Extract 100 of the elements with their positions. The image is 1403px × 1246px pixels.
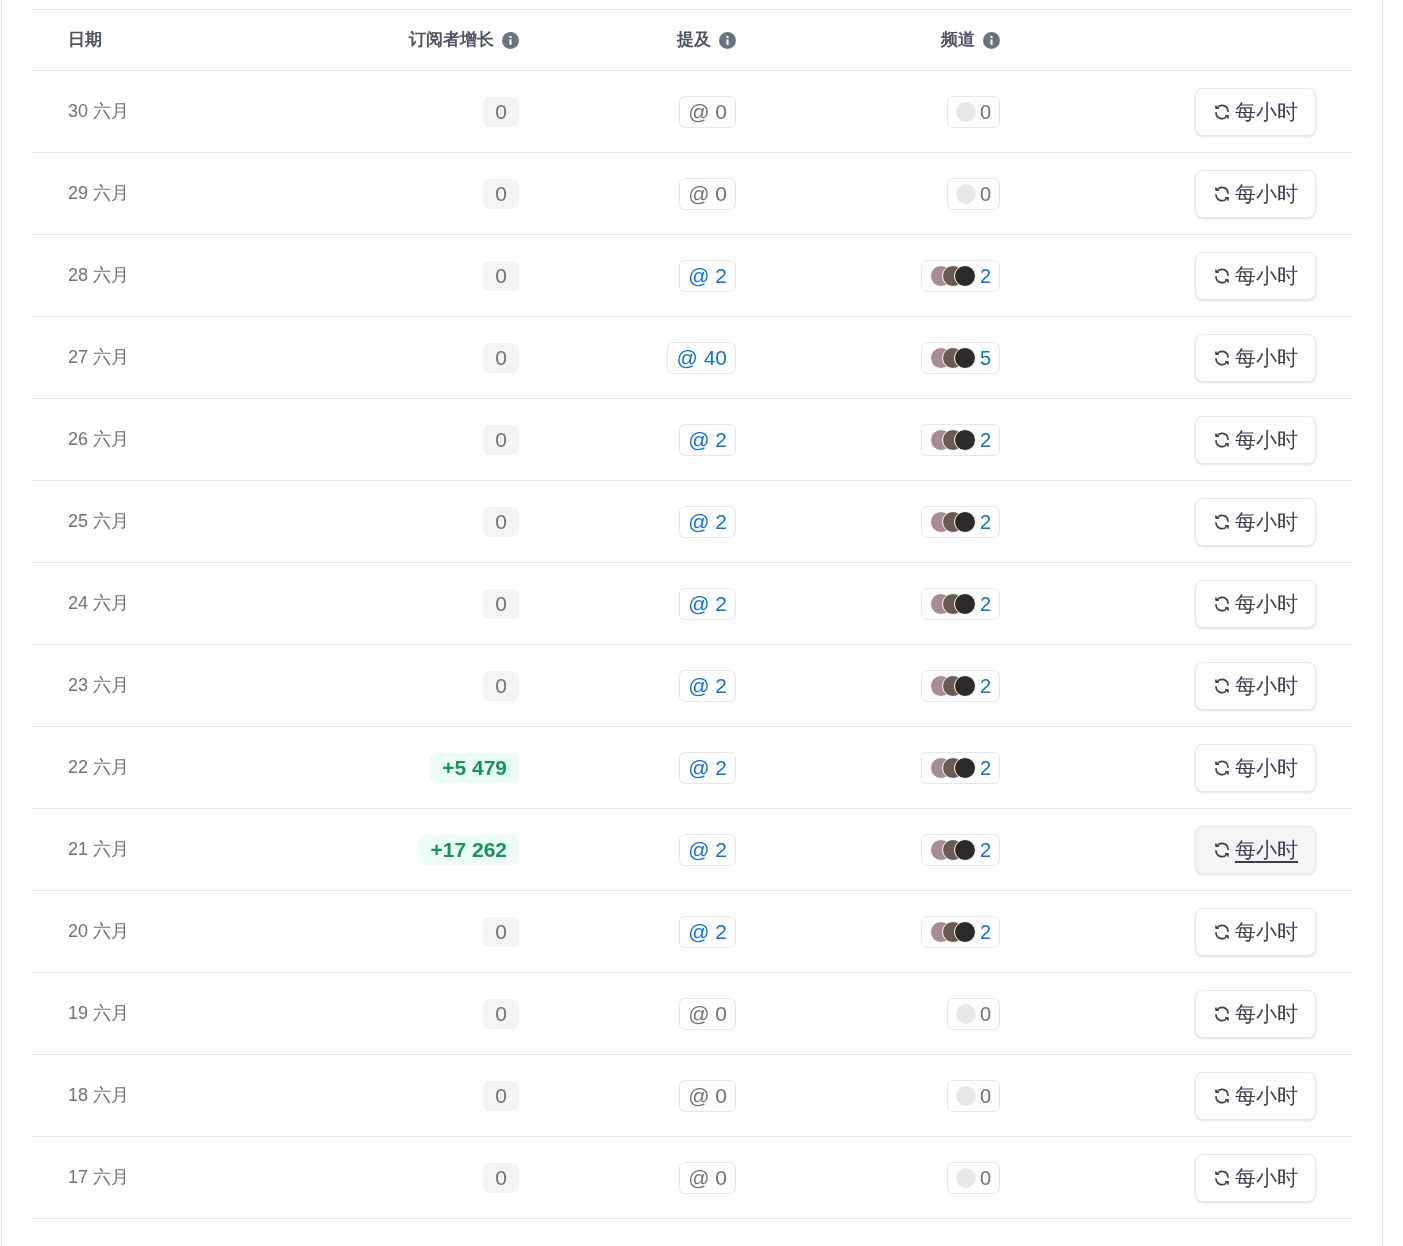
channel-count: 5 (979, 345, 991, 371)
hourly-button[interactable]: 每小时 (1195, 333, 1316, 382)
avatar-stack (929, 510, 976, 533)
growth-value: +5 479 (430, 752, 519, 783)
info-icon (502, 31, 519, 49)
hourly-button[interactable]: 每小时 (1195, 1153, 1316, 1202)
channel-count: 2 (979, 427, 991, 453)
growth-value: 0 (483, 916, 519, 947)
date-cell-text: 25 六月 (68, 510, 131, 533)
channel-count: 2 (979, 591, 991, 617)
date-cell-text: 18 六月 (68, 1084, 131, 1107)
channel-count: 0 (979, 99, 991, 125)
refresh-icon (1213, 348, 1231, 367)
mention-badge: @ 0 (679, 1079, 736, 1112)
refresh-icon (1213, 594, 1231, 613)
date-cell-text: 30 六月 (68, 100, 131, 123)
channel-count: 0 (979, 1001, 991, 1027)
refresh-icon (1213, 1086, 1231, 1105)
refresh-icon (1213, 512, 1231, 531)
channel-count: 2 (979, 673, 991, 699)
empty-avatar (955, 1003, 976, 1024)
column-header: 日期 (68, 29, 102, 52)
mention-badge: @ 2 (679, 915, 736, 948)
refresh-icon (1213, 840, 1231, 859)
column-header: 频道 (941, 29, 975, 52)
empty-avatar (955, 1085, 976, 1106)
growth-value: 0 (483, 260, 519, 291)
avatar-stack (929, 428, 976, 451)
refresh-icon (1213, 1168, 1231, 1187)
channel-count: 0 (979, 181, 991, 207)
mention-badge: @ 40 (667, 341, 736, 374)
channel-count: 2 (979, 755, 991, 781)
empty-avatar (955, 183, 976, 204)
channel-count: 2 (979, 509, 991, 535)
avatar-stack (929, 264, 976, 287)
channel-count: 2 (979, 919, 991, 945)
hourly-button[interactable]: 每小时 (1195, 251, 1316, 300)
channel-count: 2 (979, 837, 991, 863)
hourly-button[interactable]: 每小时 (1195, 743, 1316, 792)
avatar-stack (929, 920, 976, 943)
date-cell-text: 22 六月 (68, 756, 131, 779)
date-cell-text: 21 六月 (68, 838, 131, 861)
channel-count: 0 (979, 1165, 991, 1191)
avatar-stack (929, 838, 976, 861)
growth-value: +17 262 (418, 834, 519, 865)
refresh-icon (1213, 758, 1231, 777)
avatar-stack (929, 592, 976, 615)
growth-value: 0 (483, 1162, 519, 1193)
refresh-icon (1213, 676, 1231, 695)
mention-badge: @ 0 (679, 95, 736, 128)
hourly-button[interactable]: 每小时 (1195, 87, 1316, 136)
date-cell-text: 29 六月 (68, 182, 131, 205)
mention-badge: @ 2 (679, 587, 736, 620)
refresh-icon (1213, 922, 1231, 941)
mention-badge: @ 2 (679, 833, 736, 866)
column-header: 订阅者增长 (409, 29, 494, 52)
refresh-icon (1213, 102, 1231, 121)
growth-value: 0 (483, 1080, 519, 1111)
hourly-button[interactable]: 每小时 (1195, 579, 1316, 628)
hourly-button[interactable]: 每小时 (1195, 497, 1316, 546)
date-cell-text: 23 六月 (68, 674, 131, 697)
avatar-stack (929, 756, 976, 779)
info-icon (719, 31, 736, 49)
avatar-stack (929, 674, 976, 697)
hourly-button[interactable]: 每小时 (1195, 169, 1316, 218)
mention-badge: @ 2 (679, 751, 736, 784)
mention-badge: @ 2 (679, 505, 736, 538)
date-cell-text: 20 六月 (68, 920, 131, 943)
growth-value: 0 (483, 178, 519, 209)
info-icon (983, 31, 1000, 49)
date-cell-text: 27 六月 (68, 346, 131, 369)
date-cell-text: 19 六月 (68, 1002, 131, 1025)
mention-badge: @ 2 (679, 259, 736, 292)
date-cell-text: 26 六月 (68, 428, 131, 451)
date-cell-text: 17 六月 (68, 1166, 131, 1189)
hourly-button[interactable]: 每小时 (1195, 415, 1316, 464)
growth-value: 0 (483, 506, 519, 537)
column-header: 提及 (677, 29, 711, 52)
avatar-stack (929, 346, 976, 369)
hourly-button[interactable]: 每小时 (1195, 907, 1316, 956)
date-cell-text: 28 六月 (68, 264, 131, 287)
mention-badge: @ 0 (679, 997, 736, 1030)
mention-badge: @ 0 (679, 177, 736, 210)
refresh-icon (1213, 1004, 1231, 1023)
hourly-button[interactable]: 每小时 (1195, 825, 1316, 874)
growth-value: 0 (483, 424, 519, 455)
growth-value: 0 (483, 998, 519, 1029)
growth-value: 0 (483, 588, 519, 619)
mention-badge: @ 2 (679, 423, 736, 456)
refresh-icon (1213, 184, 1231, 203)
date-cell-text: 24 六月 (68, 592, 131, 615)
mention-badge: @ 2 (679, 669, 736, 702)
hourly-button[interactable]: 每小时 (1195, 1071, 1316, 1120)
hourly-button[interactable]: 每小时 (1195, 661, 1316, 710)
hourly-button[interactable]: 每小时 (1195, 989, 1316, 1038)
channel-count: 2 (979, 263, 991, 289)
mention-badge: @ 0 (679, 1161, 736, 1194)
empty-avatar (955, 1167, 976, 1188)
channel-count: 0 (979, 1083, 991, 1109)
growth-value: 0 (483, 96, 519, 127)
